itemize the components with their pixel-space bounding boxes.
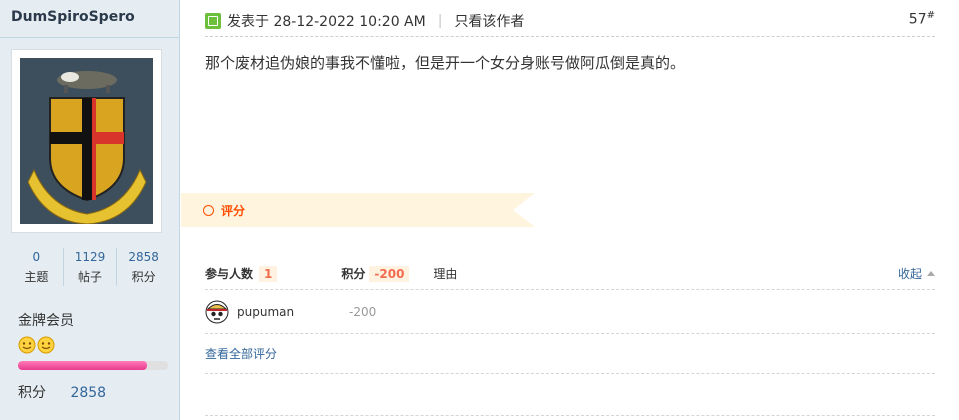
author-stats: 0 主题 1129 帖子 2858 积分: [10, 248, 170, 286]
rate-circle-icon: [203, 205, 214, 216]
rating-header: 参与人数 1 积分 -200 理由 收起: [205, 258, 935, 290]
rate-button[interactable]: 评分: [221, 202, 245, 219]
smiley-rank-icon: [18, 336, 36, 354]
stat-posts-label: 帖子: [78, 270, 103, 284]
rank-stars: [18, 336, 55, 354]
rater-username[interactable]: pupuman: [237, 305, 349, 319]
avatar[interactable]: [11, 49, 162, 233]
bottom-divider: [205, 415, 935, 416]
participants-label: 参与人数: [205, 267, 254, 281]
collapse-label: 收起: [897, 267, 922, 281]
rating-table: 参与人数 1 积分 -200 理由 收起 pupuman -200 查看全部评分: [205, 258, 935, 374]
reason-label: 理由: [433, 267, 458, 281]
stat-posts[interactable]: 1129 帖子: [62, 248, 117, 286]
author-username[interactable]: DumSpiroSpero: [11, 9, 135, 25]
smiley-rank-icon: [37, 336, 55, 354]
stat-posts-value[interactable]: 1129: [64, 248, 117, 266]
skull-avatar-icon[interactable]: [205, 300, 229, 324]
post-main: 发表于 28-12-2022 10:20 AM | 只看该作者 57# 那个废材…: [181, 0, 959, 420]
credits-row: 积分 2858: [18, 382, 106, 402]
chevron-up-icon: [927, 271, 935, 276]
floor-number-value: 57: [908, 11, 927, 28]
score-label: 积分: [341, 267, 366, 281]
participants-count: 1: [259, 265, 278, 282]
credits-value: 2858: [70, 385, 107, 401]
floor-suffix: #: [926, 10, 935, 21]
rater-score: -200: [349, 304, 377, 319]
view-all-ratings-link[interactable]: 查看全部评分: [205, 334, 935, 374]
post-header: 发表于 28-12-2022 10:20 AM | 只看该作者: [205, 9, 935, 33]
stat-credits-value[interactable]: 2858: [117, 248, 170, 266]
stat-credits-label: 积分: [131, 270, 156, 284]
coat-of-arms-avatar-image: [20, 58, 153, 224]
header-divider-line: [205, 36, 935, 37]
floor-number[interactable]: 57#: [909, 10, 935, 28]
sidebar-divider: [0, 37, 180, 38]
score-total: -200: [369, 265, 410, 282]
collapse-button[interactable]: 收起: [898, 265, 935, 282]
post-content: 那个废材追伪娘的事我不懂啦，但是开一个女分身账号做阿瓜倒是真的。: [205, 54, 686, 72]
rank-progress-bar: [18, 361, 168, 370]
rank-progress-fill: [18, 361, 147, 370]
rate-banner: 评分: [181, 193, 535, 227]
header-divider: |: [437, 13, 443, 29]
credits-label: 积分: [18, 385, 46, 401]
stat-topics-label: 主题: [24, 270, 49, 284]
rating-row: pupuman -200: [205, 290, 935, 334]
stat-topics-value[interactable]: 0: [10, 248, 63, 266]
online-post-icon: [205, 13, 221, 29]
user-group[interactable]: 金牌会员: [18, 310, 74, 330]
stat-topics[interactable]: 0 主题: [10, 248, 63, 286]
only-author-link[interactable]: 只看该作者: [454, 11, 524, 31]
post-time: 发表于 28-12-2022 10:20 AM: [227, 14, 426, 30]
author-sidebar: DumSpiroSpero 0 主题 1129 帖子 2858 积分 金牌会员 …: [0, 0, 180, 420]
stat-credits[interactable]: 2858 积分: [116, 248, 170, 286]
